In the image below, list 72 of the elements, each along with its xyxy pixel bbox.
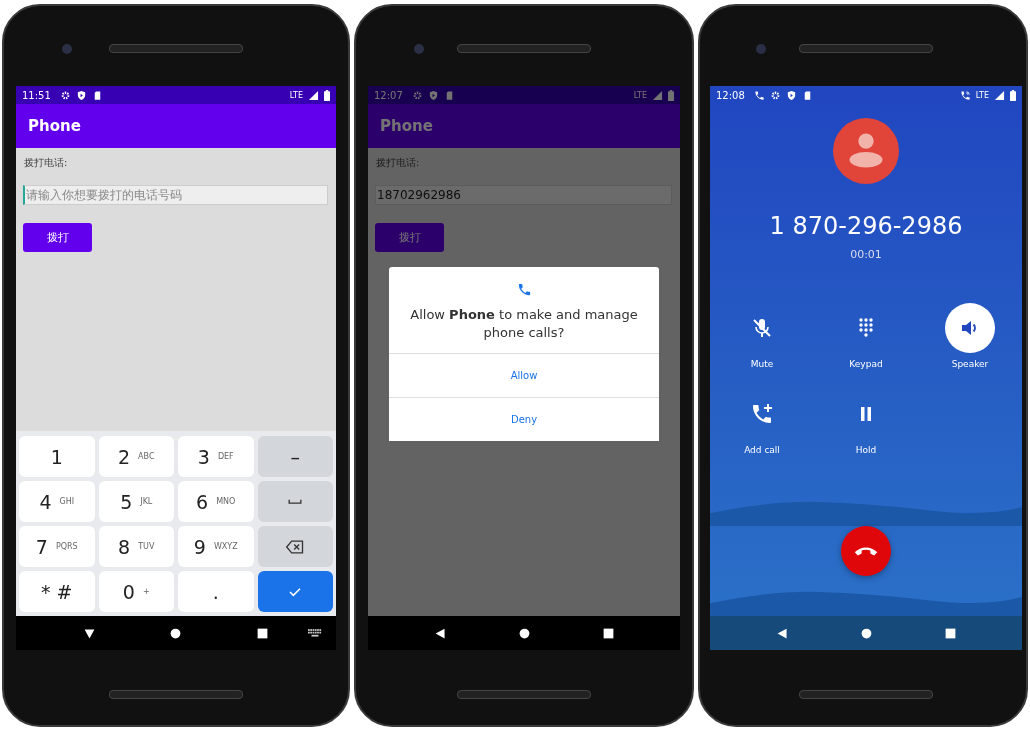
dial-button[interactable]: 拨打 xyxy=(23,223,92,252)
home-icon[interactable] xyxy=(859,626,873,640)
battery-icon xyxy=(668,89,674,101)
control-label: Hold xyxy=(855,445,877,455)
control-label: Mute xyxy=(750,359,774,369)
key[interactable]: 7 PQRS xyxy=(19,526,95,567)
control-label: Add call xyxy=(744,445,780,455)
status-time: 11:51 xyxy=(22,89,51,101)
shield-icon xyxy=(427,89,439,101)
app-title: Phone xyxy=(380,117,433,135)
phone-icon xyxy=(753,89,765,101)
network-type: LTE xyxy=(289,90,303,100)
camera-dot xyxy=(756,44,766,54)
key[interactable]: 2 ABC xyxy=(98,436,174,477)
app-title: Phone xyxy=(28,117,81,135)
key[interactable]: 5 JKL xyxy=(98,481,174,522)
keyboard-icon[interactable] xyxy=(308,628,322,638)
hang-up-icon xyxy=(854,546,878,556)
network-type: LTE xyxy=(633,90,647,100)
speaker-button[interactable] xyxy=(945,303,995,353)
key[interactable]: 6 MNO xyxy=(178,481,254,522)
field-label: 拨打电话: xyxy=(376,156,420,170)
recents-icon[interactable] xyxy=(601,626,615,640)
signal-icon xyxy=(994,89,1005,101)
phone-number-field[interactable]: 请输入你想要拨打的电话号码 xyxy=(23,185,328,205)
key[interactable]: 3 DEF xyxy=(178,436,254,477)
back-icon[interactable] xyxy=(775,626,789,640)
key[interactable]: * # xyxy=(19,571,95,612)
key[interactable]: 0 + xyxy=(98,571,174,612)
phone-number: 1 870-296-2986 xyxy=(769,212,963,240)
deny-button[interactable]: Deny xyxy=(389,397,659,442)
recents-icon[interactable] xyxy=(943,626,957,640)
camera-dot xyxy=(62,44,72,54)
recents-icon[interactable] xyxy=(256,626,270,640)
status-time: 12:07 xyxy=(374,89,403,101)
back-icon[interactable] xyxy=(433,626,447,640)
key[interactable]: 4 GHI xyxy=(19,481,95,522)
settings-icon xyxy=(769,89,781,101)
key[interactable]: . xyxy=(178,571,254,612)
camera-dot xyxy=(414,44,424,54)
settings-icon xyxy=(411,89,423,101)
phone-number-field[interactable]: 18702962986 xyxy=(375,185,672,205)
home-icon[interactable] xyxy=(169,626,183,640)
field-label: 拨打电话: xyxy=(24,156,68,170)
shield-icon xyxy=(75,89,87,101)
home-icon[interactable] xyxy=(517,626,531,640)
phone-icon xyxy=(516,282,532,297)
done-key[interactable] xyxy=(257,571,333,612)
key[interactable]: 8 TUV xyxy=(98,526,174,567)
battery-icon xyxy=(324,89,330,101)
space-icon xyxy=(288,499,303,504)
wifi-call-icon xyxy=(959,89,971,101)
back-icon[interactable] xyxy=(82,626,96,640)
end-call-button[interactable] xyxy=(841,526,891,576)
signal-icon xyxy=(308,89,319,101)
contact-avatar-icon xyxy=(833,118,899,184)
status-time: 12:08 xyxy=(716,89,745,101)
network-type: LTE xyxy=(975,90,989,100)
key[interactable]: 9 WXYZ xyxy=(178,526,254,567)
shield-icon xyxy=(785,89,797,101)
add-call-icon xyxy=(750,402,774,426)
call-timer: 00:01 xyxy=(850,248,882,261)
battery-icon xyxy=(1010,89,1016,101)
settings-icon xyxy=(59,89,71,101)
key[interactable]: 1 xyxy=(19,436,95,477)
backspace-key[interactable] xyxy=(257,526,333,567)
signal-icon xyxy=(652,89,663,101)
dial-button[interactable]: 拨打 xyxy=(375,223,444,252)
control-label: Speaker xyxy=(951,359,989,369)
dialog-message: Allow Phone to make and manage phone calls? xyxy=(409,306,639,342)
control-label: Keypad xyxy=(849,359,883,369)
minus-key[interactable]: – xyxy=(257,436,333,477)
